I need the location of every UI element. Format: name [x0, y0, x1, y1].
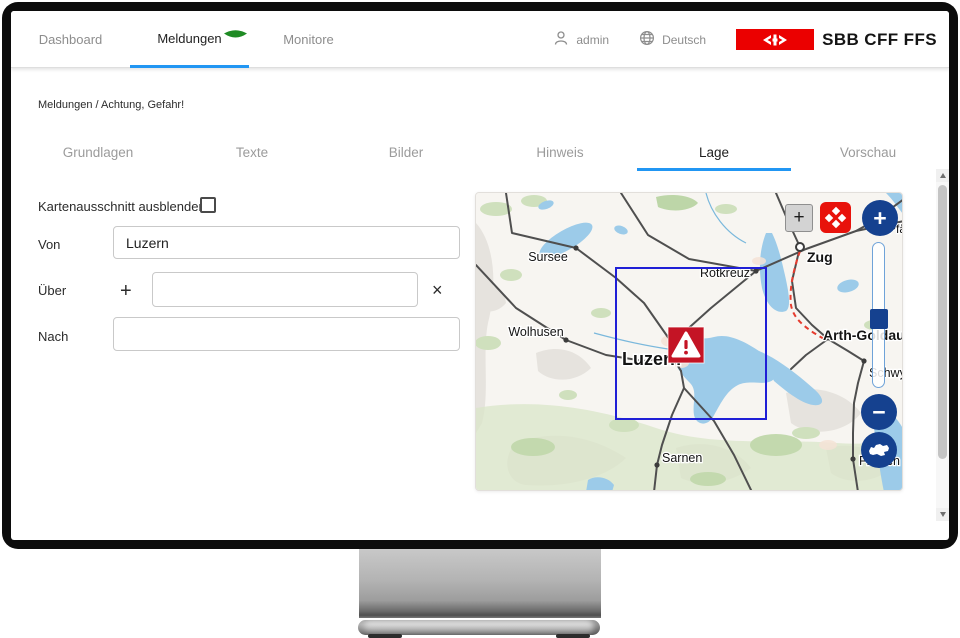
- nach-input[interactable]: [113, 317, 460, 351]
- von-input[interactable]: [113, 226, 460, 259]
- hide-map-label: Kartenausschnitt ausblenden: [38, 199, 206, 214]
- layers-button[interactable]: +: [785, 204, 813, 232]
- scroll-down-icon: [940, 512, 946, 517]
- zoom-slider-handle[interactable]: [870, 309, 888, 329]
- map-canvas: Sursee Rotkreuz Wolhusen Luzern Zug Arth…: [476, 193, 903, 491]
- sbb-arrows-icon: [736, 29, 814, 50]
- map[interactable]: Sursee Rotkreuz Wolhusen Luzern Zug Arth…: [475, 192, 903, 491]
- scroll-up-button[interactable]: [936, 169, 949, 182]
- zoom-slider[interactable]: [872, 242, 885, 388]
- clear-via-button[interactable]: ×: [432, 281, 443, 299]
- svg-text:Sursee: Sursee: [528, 250, 568, 264]
- content-scrollbar[interactable]: [936, 169, 949, 521]
- scroll-down-button[interactable]: [936, 508, 949, 521]
- detail-tabs: Grundlagen Texte Bilder Hinweis Lage Vor…: [21, 139, 945, 171]
- svg-text:Arth-Goldau: Arth-Goldau: [823, 327, 903, 343]
- svg-text:Wolhusen: Wolhusen: [508, 325, 563, 339]
- monitor-foot-left: [368, 634, 402, 638]
- green-crescent-icon: [223, 28, 248, 40]
- move-icon: [826, 208, 845, 227]
- ueber-input[interactable]: [152, 272, 418, 307]
- monitor-stand-base: [358, 620, 600, 635]
- warning-marker-icon[interactable]: [668, 327, 704, 363]
- tab-bilder[interactable]: Bilder: [329, 139, 483, 171]
- ueber-label: Über: [38, 283, 66, 298]
- main-nav: Dashboard Meldungen Monitore: [11, 11, 368, 68]
- von-label: Von: [38, 237, 60, 252]
- nav-item-dashboard[interactable]: Dashboard: [11, 11, 130, 68]
- breadcrumb: Meldungen / Achtung, Gefahr!: [38, 99, 184, 111]
- scroll-up-icon: [940, 173, 946, 178]
- tab-hinweis[interactable]: Hinweis: [483, 139, 637, 171]
- map-junction-zug: [796, 243, 804, 251]
- zoom-out-button[interactable]: −: [861, 394, 897, 430]
- tab-vorschau[interactable]: Vorschau: [791, 139, 945, 171]
- reset-view-button[interactable]: [861, 432, 897, 468]
- page: Dashboard Meldungen Monitore admin: [0, 0, 960, 638]
- header-right: admin Deutsch: [553, 11, 937, 68]
- user-menu[interactable]: admin: [553, 30, 609, 49]
- user-icon: [553, 30, 569, 49]
- svg-text:Sarnen: Sarnen: [662, 451, 702, 465]
- monitor-bezel: Dashboard Meldungen Monitore admin: [2, 2, 958, 549]
- svg-text:Zug: Zug: [807, 249, 833, 265]
- tab-texte[interactable]: Texte: [175, 139, 329, 171]
- tab-grundlagen[interactable]: Grundlagen: [21, 139, 175, 171]
- sbb-logo: SBB CFF FFS: [736, 29, 937, 50]
- scrollbar-thumb[interactable]: [938, 185, 947, 459]
- tab-lage[interactable]: Lage: [637, 139, 791, 171]
- hide-map-checkbox[interactable]: [200, 197, 216, 213]
- app-header: Dashboard Meldungen Monitore admin: [11, 11, 949, 68]
- zoom-in-button[interactable]: +: [862, 200, 898, 236]
- screen: Dashboard Meldungen Monitore admin: [11, 11, 949, 540]
- switzerland-icon: [867, 442, 891, 458]
- monitor-stand-neck: [359, 548, 601, 618]
- monitor-foot-right: [556, 634, 590, 638]
- nav-item-monitore[interactable]: Monitore: [249, 11, 368, 68]
- language-menu[interactable]: Deutsch: [639, 30, 706, 49]
- brand-text: SBB CFF FFS: [822, 30, 937, 50]
- nach-label: Nach: [38, 329, 68, 344]
- globe-icon: [639, 30, 655, 49]
- pan-button[interactable]: [820, 202, 851, 233]
- add-via-button[interactable]: +: [120, 281, 132, 301]
